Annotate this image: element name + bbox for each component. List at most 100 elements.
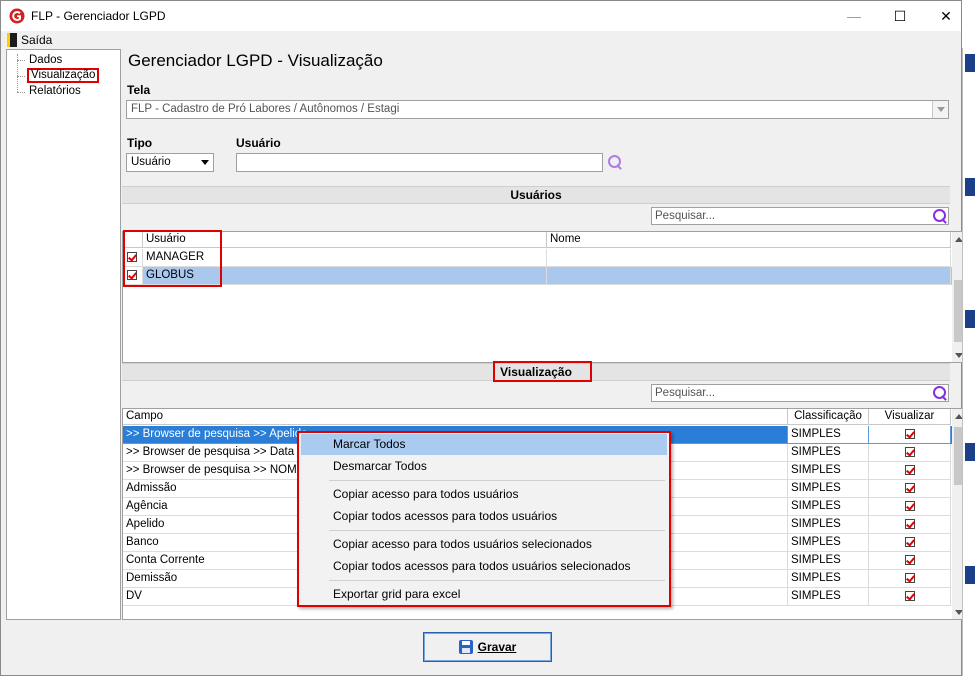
- checkbox[interactable]: [905, 519, 915, 529]
- close-button[interactable]: ✕: [923, 1, 969, 31]
- visualizar-cell[interactable]: [869, 534, 951, 552]
- visualizacao-section-title: Visualização: [500, 365, 572, 379]
- exit-label: Saída: [21, 33, 53, 47]
- visualizar-cell[interactable]: [869, 462, 951, 480]
- menu-item-exportar-excel[interactable]: Exportar grid para excel: [301, 584, 667, 605]
- search-icon[interactable]: [933, 386, 947, 400]
- checkbox[interactable]: [905, 501, 915, 511]
- window-title: FLP - Gerenciador LGPD: [31, 9, 166, 23]
- checkbox[interactable]: [905, 591, 915, 601]
- menu-separator: [329, 580, 665, 581]
- floppy-disk-icon: [458, 640, 473, 654]
- usuario-cell: GLOBUS: [143, 267, 547, 285]
- visualizar-cell[interactable]: [869, 480, 951, 498]
- visualizacao-section-header: Visualização: [122, 363, 950, 381]
- grid-header-check: [123, 232, 143, 248]
- save-button-label: Gravar: [477, 640, 517, 654]
- chevron-down-icon[interactable]: [932, 101, 948, 118]
- tipo-select-value: Usuário: [131, 156, 171, 168]
- menu-item-copiar-todos-acessos-selecionados[interactable]: Copiar todos acessos para todos usuários…: [301, 556, 667, 577]
- usuarios-grid: Usuário Nome MANAGER GLOBUS: [122, 231, 966, 363]
- usuario-input[interactable]: [236, 153, 603, 172]
- checkbox[interactable]: [127, 252, 137, 262]
- menu-separator: [329, 530, 665, 531]
- classificacao-cell: SIMPLES: [788, 588, 869, 606]
- checkbox[interactable]: [905, 573, 915, 583]
- classificacao-cell: SIMPLES: [788, 570, 869, 588]
- usuarios-section-header: Usuários: [122, 186, 950, 204]
- background-fragment: [965, 178, 975, 196]
- row-check-cell[interactable]: [123, 267, 143, 285]
- visualizar-cell[interactable]: [869, 426, 951, 444]
- classificacao-cell: SIMPLES: [788, 444, 869, 462]
- tree-item-dados[interactable]: Dados: [27, 53, 64, 68]
- classificacao-cell: SIMPLES: [788, 426, 869, 444]
- tela-select-value: FLP - Cadastro de Pró Labores / Autônomo…: [131, 103, 400, 115]
- title-bar: FLP - Gerenciador LGPD — ☐ ✕: [1, 1, 961, 31]
- search-icon[interactable]: [608, 155, 622, 169]
- tela-select[interactable]: FLP - Cadastro de Pró Labores / Autônomo…: [126, 100, 949, 119]
- classificacao-cell: SIMPLES: [788, 498, 869, 516]
- visualizar-cell[interactable]: [869, 444, 951, 462]
- menu-separator: [329, 480, 665, 481]
- grid-header-nome[interactable]: Nome: [547, 232, 951, 248]
- door-exit-icon: [7, 33, 17, 47]
- tree-connector: [17, 60, 25, 61]
- checkbox[interactable]: [905, 447, 915, 457]
- usuario-label: Usuário: [236, 136, 281, 150]
- background-window-edge: [962, 48, 975, 676]
- checkbox[interactable]: [127, 270, 137, 280]
- menu-item-desmarcar-todos[interactable]: Desmarcar Todos: [301, 456, 667, 477]
- tela-label: Tela: [127, 83, 151, 97]
- tree-connector: [17, 92, 25, 93]
- usuarios-search-input[interactable]: Pesquisar...: [651, 207, 949, 225]
- visualizar-cell[interactable]: [869, 588, 951, 606]
- usuario-cell: MANAGER: [143, 249, 547, 267]
- table-row[interactable]: GLOBUS: [123, 267, 965, 285]
- minimize-button[interactable]: —: [831, 1, 877, 31]
- classificacao-cell: SIMPLES: [788, 462, 869, 480]
- background-fragment: [965, 443, 975, 461]
- app-logo-icon: [9, 8, 25, 24]
- app-window: FLP - Gerenciador LGPD — ☐ ✕ Saída Dados…: [0, 0, 966, 676]
- menu-item-copiar-todos-acessos-todos[interactable]: Copiar todos acessos para todos usuários: [301, 506, 667, 527]
- grid-header-usuario[interactable]: Usuário: [143, 232, 547, 248]
- chevron-down-icon[interactable]: [197, 154, 213, 171]
- visualizar-cell[interactable]: [869, 516, 951, 534]
- maximize-button[interactable]: ☐: [877, 1, 923, 31]
- tree-item-visualizacao[interactable]: Visualização: [27, 68, 100, 83]
- menu-bar: Saída: [1, 31, 961, 49]
- tree-connector: [17, 76, 25, 77]
- classificacao-cell: SIMPLES: [788, 552, 869, 570]
- menu-item-marcar-todos[interactable]: Marcar Todos: [301, 434, 667, 455]
- background-fragment: [965, 54, 975, 72]
- classificacao-cell: SIMPLES: [788, 516, 869, 534]
- classificacao-cell: SIMPLES: [788, 480, 869, 498]
- checkbox[interactable]: [905, 537, 915, 547]
- checkbox[interactable]: [905, 483, 915, 493]
- visualizar-cell[interactable]: [869, 552, 951, 570]
- checkbox[interactable]: [905, 429, 915, 439]
- menu-item-copiar-acesso-selecionados[interactable]: Copiar acesso para todos usuários seleci…: [301, 534, 667, 555]
- checkbox[interactable]: [905, 465, 915, 475]
- classificacao-cell: SIMPLES: [788, 534, 869, 552]
- visualizacao-search-input[interactable]: Pesquisar...: [651, 384, 949, 402]
- menu-item-copiar-acesso-todos[interactable]: Copiar acesso para todos usuários: [301, 484, 667, 505]
- search-icon[interactable]: [933, 209, 947, 223]
- grid-header-campo[interactable]: Campo: [123, 409, 788, 425]
- checkbox[interactable]: [905, 555, 915, 565]
- exit-menu-item[interactable]: Saída: [7, 32, 52, 48]
- table-row[interactable]: MANAGER: [123, 249, 965, 267]
- grid-header-classificacao[interactable]: Classificação: [788, 409, 869, 425]
- context-menu: Marcar Todos Desmarcar Todos Copiar aces…: [297, 431, 671, 607]
- save-button[interactable]: Gravar: [423, 632, 552, 662]
- tipo-select[interactable]: Usuário: [126, 153, 214, 172]
- nome-cell: [547, 267, 951, 285]
- visualizar-cell[interactable]: [869, 498, 951, 516]
- tree-item-relatorios[interactable]: Relatórios: [27, 84, 83, 99]
- nome-cell: [547, 249, 951, 267]
- grid-header-visualizar[interactable]: Visualizar: [869, 409, 951, 425]
- row-check-cell[interactable]: [123, 249, 143, 267]
- tipo-label: Tipo: [127, 136, 153, 150]
- visualizar-cell[interactable]: [869, 570, 951, 588]
